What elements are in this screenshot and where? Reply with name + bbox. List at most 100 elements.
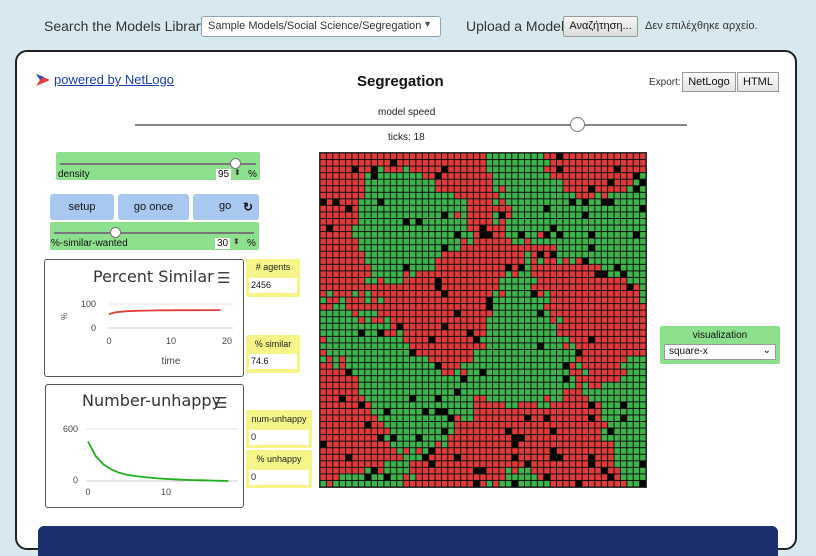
spinner-icon[interactable]: ⬍ <box>233 237 240 246</box>
patch-cell <box>563 422 569 428</box>
patch-cell <box>461 251 467 258</box>
patch-cell <box>390 422 397 428</box>
patch-cell <box>595 218 601 225</box>
patch-cell <box>429 376 435 382</box>
patch-cell <box>378 369 384 376</box>
patch-cell <box>499 192 505 199</box>
patch-cell <box>595 474 601 480</box>
go-forever-button[interactable]: go ↻ <box>193 194 259 220</box>
patch-cell <box>339 160 346 166</box>
powered-by-netlogo-link[interactable]: powered by NetLogo <box>36 72 174 87</box>
patch-cell <box>480 461 486 467</box>
patch-cell <box>378 415 384 422</box>
visualization-select[interactable]: square-x ⌄ <box>664 344 776 360</box>
patch-cell <box>518 258 525 264</box>
patch-cell <box>601 284 608 291</box>
patch-cell <box>352 317 358 323</box>
patch-cell <box>512 376 518 382</box>
visualization-chooser[interactable]: visualization square-x ⌄ <box>660 326 780 364</box>
patch-cell <box>416 402 422 408</box>
similar-wanted-thumb[interactable] <box>110 227 121 238</box>
patch-cell <box>601 245 608 251</box>
patch-cell <box>467 382 473 389</box>
model-speed-thumb[interactable] <box>570 117 585 132</box>
patch-cell <box>614 251 620 258</box>
patch-cell <box>473 369 480 376</box>
go-once-button[interactable]: go once <box>118 194 189 220</box>
setup-button[interactable]: setup <box>50 194 114 220</box>
patch-cell <box>537 277 544 284</box>
patch-cell <box>352 480 358 487</box>
patch-cell <box>454 317 461 323</box>
patch-cell <box>448 369 454 376</box>
patch-cell <box>569 160 576 166</box>
patch-cell <box>550 382 557 389</box>
similar-wanted-value[interactable]: 30 <box>215 238 231 249</box>
patch-cell <box>461 179 467 186</box>
patch-cell <box>326 291 333 297</box>
chooser-label: visualization <box>692 330 748 341</box>
patch-cell <box>614 232 620 238</box>
patch-cell <box>627 153 633 160</box>
patch-cell <box>576 271 582 277</box>
patch-cell <box>569 461 576 467</box>
patch-cell <box>326 192 333 199</box>
spinner-icon[interactable]: ⬍ <box>234 168 241 177</box>
models-library-select[interactable]: Sample Models/Social Science/Segregation… <box>201 16 441 37</box>
similar-wanted-slider[interactable]: %-similar-wanted 30 ⬍ % <box>50 222 259 250</box>
patch-cell <box>576 435 582 441</box>
patch-cell <box>633 205 640 212</box>
export-html-button[interactable]: HTML <box>737 72 779 92</box>
patch-cell <box>595 304 601 310</box>
model-speed-slider[interactable] <box>135 124 687 126</box>
world-view[interactable] <box>319 152 647 488</box>
patch-cell <box>550 284 557 291</box>
patch-cell <box>422 192 429 199</box>
patch-cell <box>601 166 608 173</box>
density-slider[interactable]: density 95 ⬍ % <box>56 152 260 180</box>
patch-cell <box>454 304 461 310</box>
patch-cell <box>544 408 550 415</box>
density-track[interactable] <box>60 163 256 165</box>
y-tick-min: 0 <box>73 475 78 485</box>
patch-cell <box>480 199 486 205</box>
patch-cell <box>505 382 512 389</box>
patch-cell <box>397 173 403 179</box>
patch-cell <box>473 435 480 441</box>
density-value[interactable]: 95 <box>216 169 232 180</box>
patch-cell <box>384 264 390 271</box>
patch-cell <box>620 186 627 192</box>
patch-cell <box>557 304 563 310</box>
patch-cell <box>486 166 493 173</box>
patch-cell <box>429 251 435 258</box>
patch-cell <box>441 277 448 284</box>
patch-cell <box>346 343 352 349</box>
patch-cell <box>499 232 505 238</box>
patch-cell <box>512 238 518 245</box>
patch-cell <box>416 323 422 330</box>
patch-cell <box>614 382 620 389</box>
similar-wanted-track[interactable] <box>54 232 254 234</box>
patch-cell <box>525 330 531 336</box>
patch-cell <box>358 173 365 179</box>
patch-cell <box>422 454 429 461</box>
patch-cell <box>435 166 441 173</box>
patch-cell <box>339 291 346 297</box>
patch-cell <box>416 271 422 277</box>
patch-cell <box>365 205 371 212</box>
patch-cell <box>320 402 326 408</box>
browse-file-button[interactable]: Αναζήτηση... <box>563 16 638 37</box>
patch-cell <box>422 271 429 277</box>
patch-cell <box>429 186 435 192</box>
patch-cell <box>441 304 448 310</box>
patch-cell <box>525 166 531 173</box>
patch-cell <box>486 192 493 199</box>
export-netlogo-button[interactable]: NetLogo <box>682 72 736 92</box>
patch-cell <box>454 369 461 376</box>
patch-cell <box>378 402 384 408</box>
patch-cell <box>531 251 537 258</box>
patch-cell <box>557 356 563 363</box>
patch-cell <box>563 284 569 291</box>
patch-cell <box>435 291 441 297</box>
patch-cell <box>499 330 505 336</box>
